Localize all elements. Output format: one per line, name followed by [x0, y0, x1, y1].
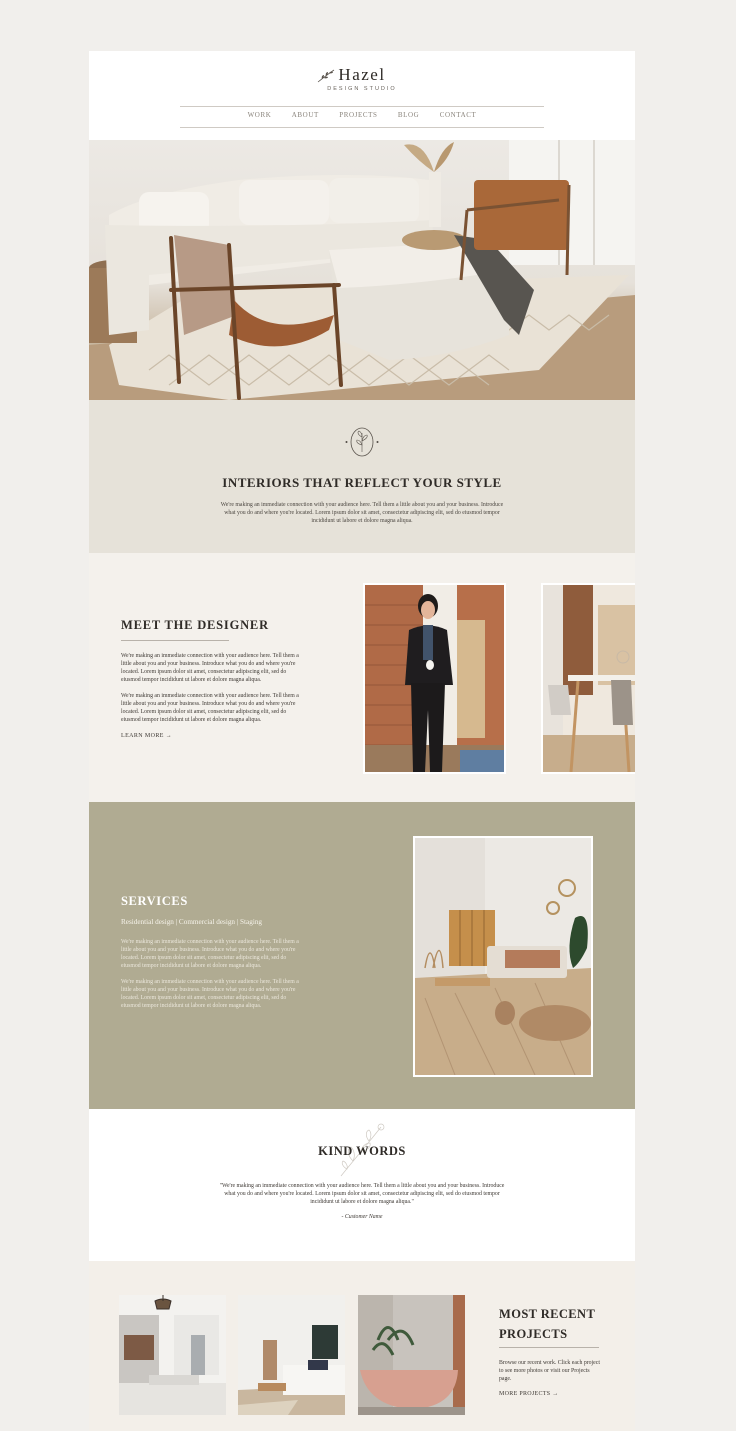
- services-categories: Residential design | Commercial design |…: [121, 918, 263, 926]
- brand-name: Hazel: [338, 65, 386, 84]
- services-title: SERVICES: [121, 894, 188, 908]
- main-nav: WORK ABOUT PROJECTS BLOG CONTACT: [180, 111, 544, 119]
- testimonial-author: - Customer Name: [341, 1214, 383, 1220]
- nav-top-rule: [180, 106, 544, 107]
- testimonial-quote: "We're making an immediate connection wi…: [219, 1183, 505, 1205]
- bathroom-image: [358, 1295, 465, 1415]
- nav-bottom-rule: [180, 127, 544, 128]
- project-thumbnail-bathroom[interactable]: [358, 1295, 465, 1415]
- designer-photo: [363, 583, 506, 774]
- website-page: Hazel DESIGN STUDIO WORK ABOUT PROJECTS …: [89, 51, 635, 1431]
- learn-more-link[interactable]: LEARN MORE →: [121, 733, 172, 739]
- bedroom-image: [415, 838, 591, 1076]
- projects-title: MOST RECENT PROJECTS: [499, 1304, 609, 1344]
- projects-text: Browse our recent work. Click each proje…: [499, 1360, 600, 1382]
- meet-designer-section: MEET THE DESIGNER We're making an immedi…: [89, 553, 635, 802]
- nav-item-blog[interactable]: BLOG: [398, 111, 419, 119]
- nav-item-work[interactable]: WORK: [248, 111, 272, 119]
- meet-paragraph: We're making an immediate connection wit…: [121, 653, 299, 683]
- recent-projects-section: MOST RECENT PROJECTS Browse our recent w…: [89, 1261, 635, 1431]
- living-room-illustration: [89, 140, 635, 400]
- services-photo: [413, 836, 593, 1077]
- logo[interactable]: Hazel DESIGN STUDIO: [89, 65, 635, 92]
- kitchen-image: [119, 1295, 226, 1415]
- site-header: Hazel DESIGN STUDIO WORK ABOUT PROJECTS …: [89, 51, 635, 140]
- services-paragraph: We're making an immediate connection wit…: [121, 979, 299, 1009]
- floral-emblem-icon: [345, 427, 379, 457]
- dining-room-image: [543, 585, 635, 773]
- brand-subtitle: DESIGN STUDIO: [327, 86, 397, 92]
- intro-section: INTERIORS THAT REFLECT YOUR STYLE We're …: [89, 400, 635, 553]
- testimonial-title: KIND WORDS: [318, 1144, 406, 1158]
- projects-title-line1: MOST RECENT: [499, 1307, 596, 1321]
- projects-title-line2: PROJECTS: [499, 1327, 568, 1341]
- dining-room-photo: [541, 583, 635, 774]
- intro-title: INTERIORS THAT REFLECT YOUR STYLE: [222, 475, 502, 490]
- more-projects-link[interactable]: MORE PROJECTS →: [499, 1391, 559, 1397]
- project-thumbnail-bedroom[interactable]: [238, 1295, 345, 1415]
- hero-image: [89, 140, 635, 400]
- bedroom-project-image: [238, 1295, 345, 1415]
- testimonial-section: KIND WORDS "We're making an immediate co…: [89, 1109, 635, 1261]
- sprig-icon: [318, 69, 335, 83]
- nav-item-about[interactable]: ABOUT: [292, 111, 319, 119]
- meet-paragraph: We're making an immediate connection wit…: [121, 693, 299, 723]
- intro-text: We're making an immediate connection wit…: [220, 502, 504, 524]
- meet-title: MEET THE DESIGNER: [121, 618, 269, 632]
- nav-item-projects[interactable]: PROJECTS: [339, 111, 377, 119]
- services-section: SERVICES Residential design | Commercial…: [89, 802, 635, 1109]
- project-thumbnail-kitchen[interactable]: [119, 1295, 226, 1415]
- services-paragraph: We're making an immediate connection wit…: [121, 939, 299, 969]
- projects-divider: [499, 1347, 599, 1348]
- designer-portrait-image: [365, 585, 504, 772]
- meet-divider: [121, 640, 229, 641]
- nav-item-contact[interactable]: CONTACT: [440, 111, 477, 119]
